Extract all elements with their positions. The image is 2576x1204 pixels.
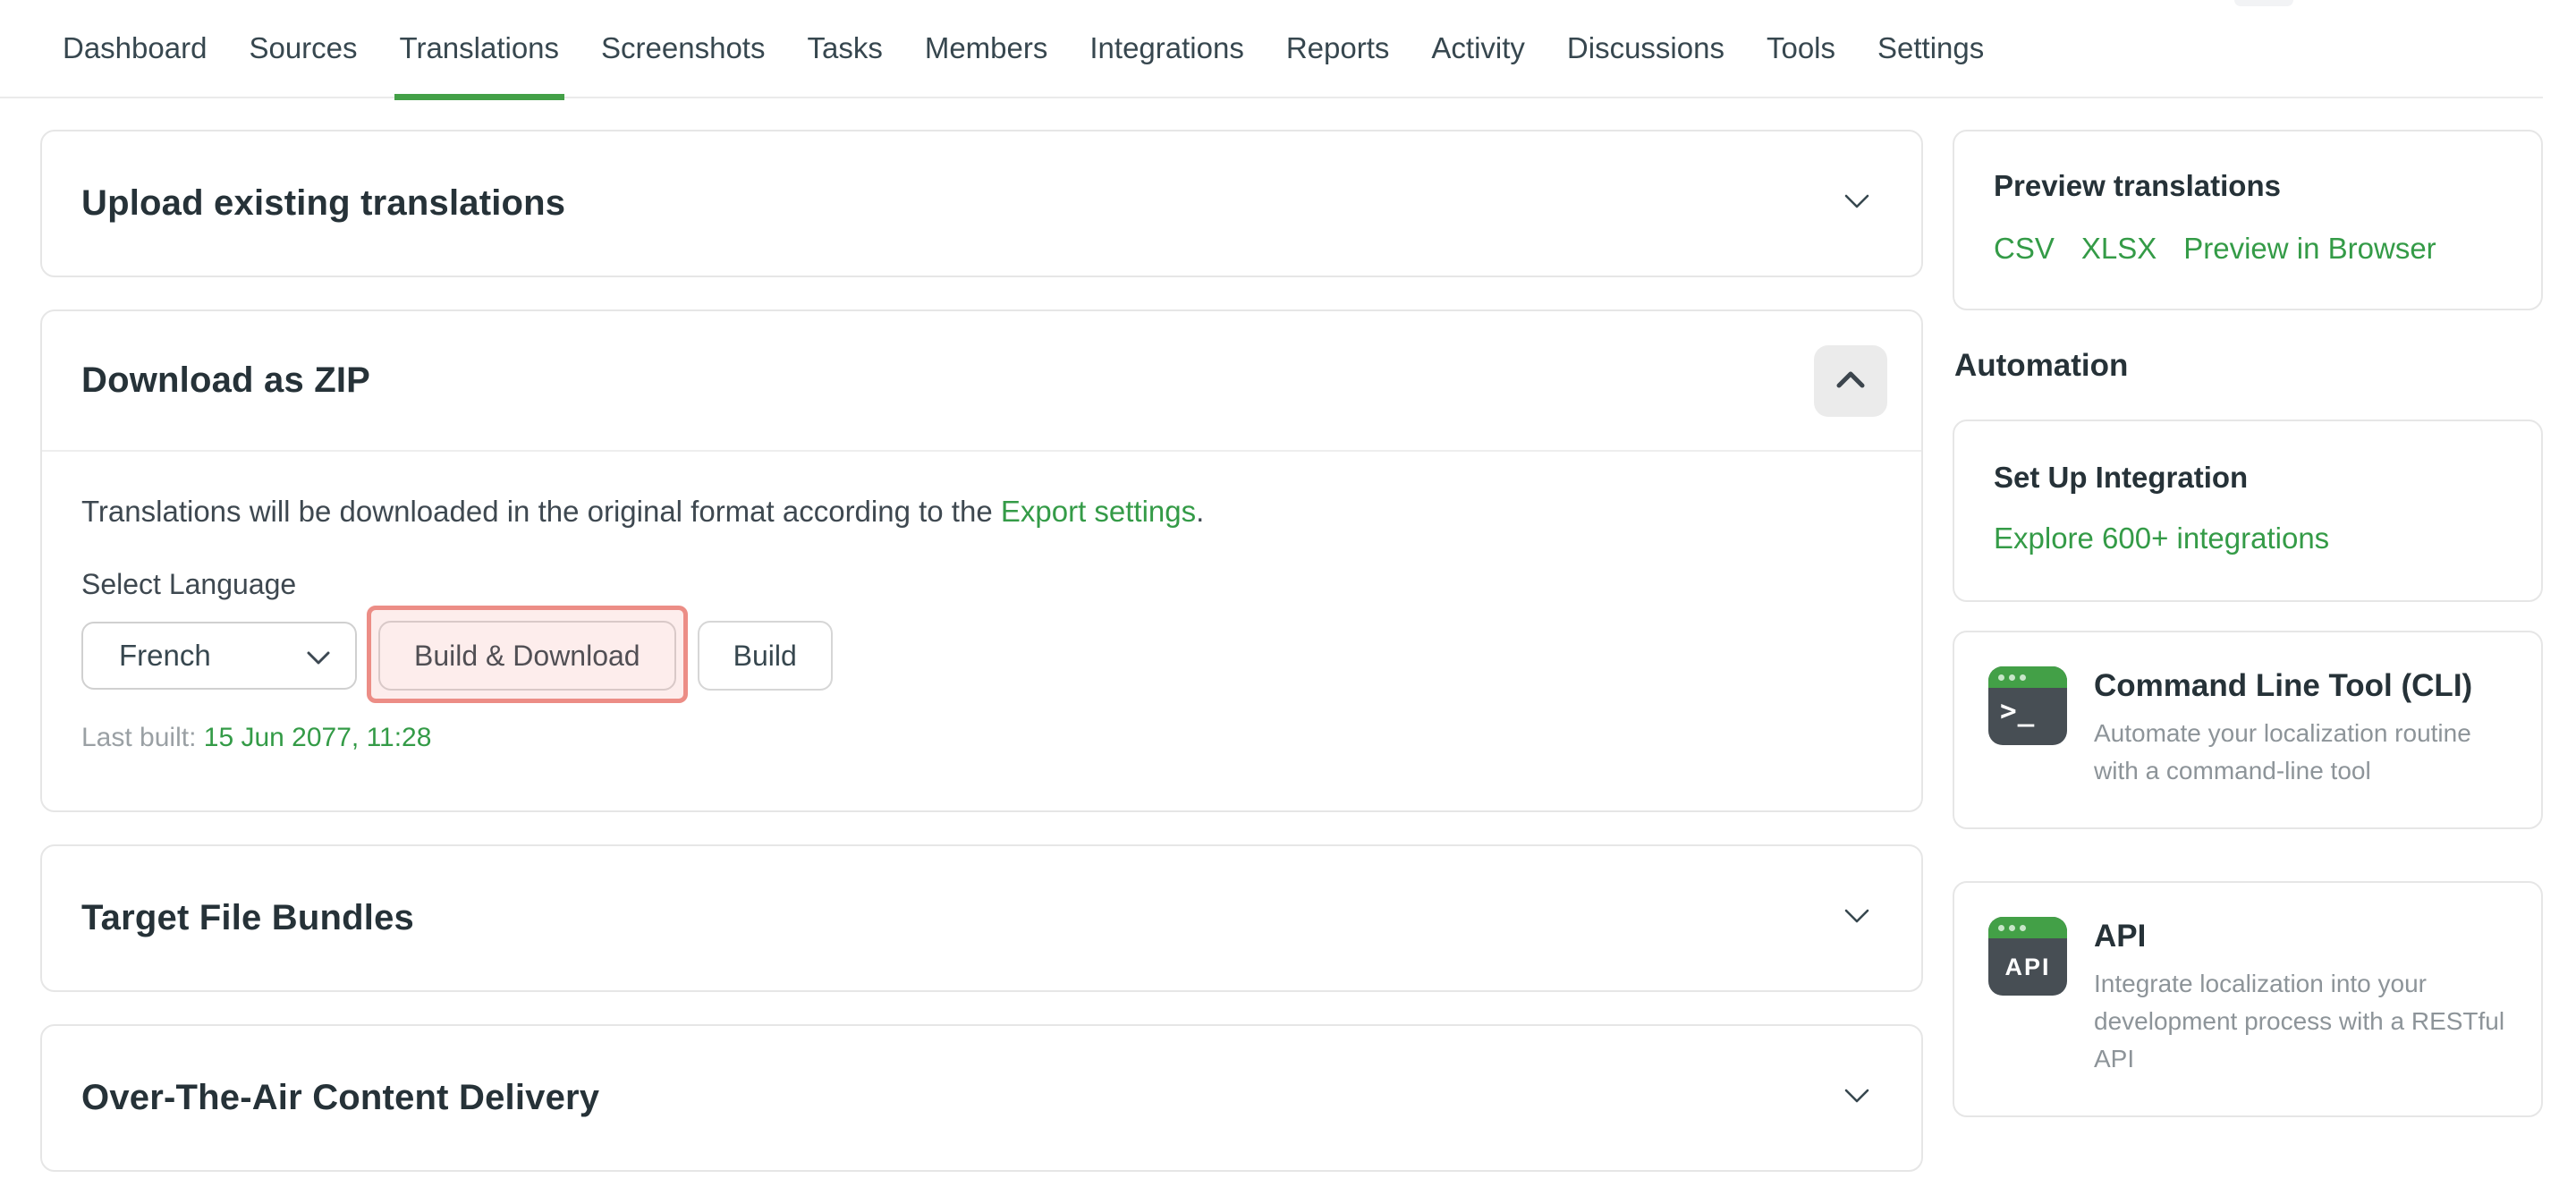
- cli-card-title: Command Line Tool (CLI): [2094, 668, 2505, 704]
- nav-item-integrations[interactable]: Integrations: [1089, 0, 1243, 97]
- chevron-up-icon: [1836, 371, 1865, 391]
- chevron-down-icon: [307, 639, 330, 673]
- terminal-dot: [2009, 925, 2015, 931]
- nav-item-settings[interactable]: Settings: [1877, 0, 1984, 97]
- chevron-down-icon: [1844, 1089, 1869, 1108]
- upload-translations-panel[interactable]: Upload existing translations: [40, 130, 1923, 277]
- nav-item-discussions[interactable]: Discussions: [1567, 0, 1724, 97]
- translations-page: { "nav": { "items": ["Dashboard", "Sourc…: [0, 0, 2576, 1179]
- preview-translations-title: Preview translations: [1994, 169, 2502, 203]
- download-zip-panel: Download as ZIP Translations will be dow…: [40, 309, 1923, 812]
- main-column: Upload existing translations Download as…: [40, 130, 1923, 1204]
- preview-in-browser-link[interactable]: Preview in Browser: [2183, 232, 2436, 266]
- xlsx-link[interactable]: XLSX: [2081, 232, 2157, 266]
- terminal-titlebar: [1988, 666, 2067, 688]
- build-download-annotated-area: Build & Download: [378, 621, 676, 691]
- chevron-down-icon: [1844, 194, 1869, 214]
- nav-item-members[interactable]: Members: [925, 0, 1048, 97]
- build-and-download-button[interactable]: Build & Download: [378, 621, 676, 691]
- ota-content-delivery-title: Over-The-Air Content Delivery: [81, 1078, 599, 1118]
- cli-card-description: Automate your localization routine with …: [2094, 715, 2505, 790]
- nav-item-tools[interactable]: Tools: [1767, 0, 1835, 97]
- top-edge-artifact: [2234, 0, 2293, 6]
- download-description-text: Translations will be downloaded in the o…: [81, 495, 1001, 528]
- last-built-date: 15 Jun 2077, 11:28: [204, 723, 432, 752]
- download-zip-title: Download as ZIP: [81, 360, 370, 401]
- automation-heading: Automation: [1954, 348, 2543, 384]
- preview-translations-card: Preview translations CSV XLSX Preview in…: [1953, 130, 2543, 310]
- cli-card[interactable]: >_ Command Line Tool (CLI) Automate your…: [1953, 631, 2543, 829]
- terminal-dot: [1998, 925, 2004, 931]
- api-card-description: Integrate localization into your develop…: [2094, 965, 2505, 1078]
- set-up-integration-card: Set Up Integration Explore 600+ integrat…: [1953, 420, 2543, 602]
- page-content: Upload existing translations Download as…: [0, 98, 2576, 1204]
- download-description-period: .: [1196, 495, 1204, 528]
- csv-link[interactable]: CSV: [1994, 232, 2055, 266]
- set-up-integration-title: Set Up Integration: [1994, 461, 2502, 495]
- target-file-bundles-title: Target File Bundles: [81, 898, 414, 938]
- chevron-down-icon: [1844, 909, 1869, 928]
- nav-item-dashboard[interactable]: Dashboard: [63, 0, 207, 97]
- terminal-dot: [2020, 674, 2026, 681]
- export-settings-link[interactable]: Export settings: [1001, 495, 1196, 528]
- terminal-prompt-glyph: >_: [1988, 688, 2067, 727]
- collapse-toggle-button[interactable]: [1814, 345, 1887, 417]
- build-controls-row: French Build & Download Build: [81, 621, 1882, 691]
- terminal-titlebar: [1988, 917, 2067, 938]
- terminal-api-icon: API: [1988, 917, 2067, 996]
- nav-item-tasks[interactable]: Tasks: [807, 0, 882, 97]
- api-card-title: API: [2094, 919, 2505, 954]
- api-card[interactable]: API API Integrate localization into your…: [1953, 881, 2543, 1117]
- nav-item-screenshots[interactable]: Screenshots: [601, 0, 765, 97]
- build-button[interactable]: Build: [698, 621, 833, 691]
- last-built-label: Last built:: [81, 723, 196, 752]
- terminal-dot: [2009, 674, 2015, 681]
- explore-integrations-link[interactable]: Explore 600+ integrations: [1994, 521, 2329, 555]
- download-zip-header[interactable]: Download as ZIP: [42, 311, 1921, 452]
- language-select-value: French: [119, 639, 211, 673]
- nav-item-activity[interactable]: Activity: [1431, 0, 1525, 97]
- upload-panel-title: Upload existing translations: [81, 183, 565, 224]
- preview-links-row: CSV XLSX Preview in Browser: [1994, 232, 2502, 266]
- language-select[interactable]: French: [81, 622, 357, 690]
- target-file-bundles-panel[interactable]: Target File Bundles: [40, 844, 1923, 992]
- ota-content-delivery-panel[interactable]: Over-The-Air Content Delivery: [40, 1024, 1923, 1172]
- download-description: Translations will be downloaded in the o…: [81, 495, 1882, 529]
- cli-card-text: Command Line Tool (CLI) Automate your lo…: [2094, 666, 2505, 790]
- select-language-label: Select Language: [81, 568, 1882, 601]
- project-nav: Dashboard Sources Translations Screensho…: [0, 0, 2543, 98]
- api-card-text: API Integrate localization into your dev…: [2094, 917, 2505, 1078]
- sidebar: Preview translations CSV XLSX Preview in…: [1953, 130, 2543, 1204]
- nav-item-translations[interactable]: Translations: [400, 0, 560, 97]
- api-icon-label: API: [1988, 938, 2067, 996]
- terminal-dot: [2020, 925, 2026, 931]
- nav-item-sources[interactable]: Sources: [249, 0, 357, 97]
- nav-item-reports[interactable]: Reports: [1286, 0, 1390, 97]
- terminal-cli-icon: >_: [1988, 666, 2067, 745]
- terminal-dot: [1998, 674, 2004, 681]
- download-zip-body: Translations will be downloaded in the o…: [42, 452, 1921, 810]
- last-built-status: Last built: 15 Jun 2077, 11:28: [81, 723, 1882, 753]
